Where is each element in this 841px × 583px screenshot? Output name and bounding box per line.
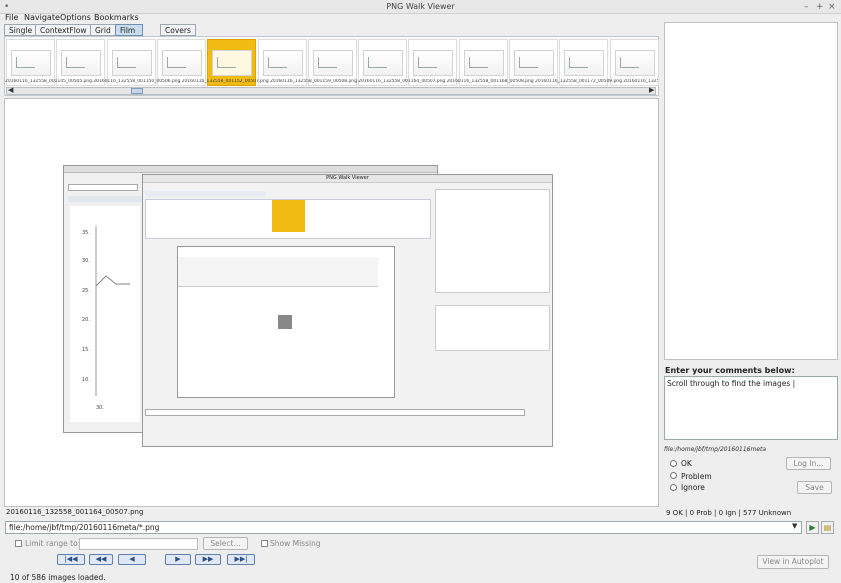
thumbnail-image [212,50,253,76]
thumbnail-image [614,50,655,76]
right-preview-panel [664,22,838,360]
view-in-autoplot-button[interactable]: View in Autoplot [757,555,829,569]
review-counts: 9 OK | 0 Prob | 0 Ign | 577 Unknown [666,509,792,517]
tab-single[interactable]: Single [4,24,38,36]
radio-ignore[interactable] [670,484,677,491]
thumbnail-image [262,50,303,76]
limit-range-input[interactable] [79,538,198,550]
login-button[interactable]: Log In... [786,457,831,470]
title-bar: • PNG Walk Viewer – + × [0,0,841,14]
thumbnail-image [463,50,504,76]
nested-tabs [145,191,265,197]
nested-inner-spinner [278,315,292,329]
comments-label: Enter your comments below: [665,366,795,375]
menu-navigate[interactable]: Navigate [24,13,60,22]
tab-covers[interactable]: Covers [160,24,196,36]
last-button[interactable]: ▶▶| [227,554,255,565]
thumbnail-image [11,50,51,76]
nested-url-field [68,184,138,191]
nested-path-field [145,409,525,416]
menu-options[interactable]: Options [60,13,91,22]
next-page-button[interactable]: ▶▶ [195,554,221,565]
minimize-icon[interactable]: – [804,2,809,12]
show-missing-checkbox[interactable] [261,540,268,547]
radio-problem[interactable] [670,472,677,479]
nested-plot: 35. 30. 25. 20. 15. 10. 30. [70,206,140,422]
nested-inner-table [178,257,378,287]
limit-range-label: Limit range to: [25,539,81,548]
radio-ignore-label: Ignore [681,483,705,492]
svg-text:30.: 30. [96,405,104,411]
nested-inner-screenshot [177,246,395,398]
nested-film-strip [145,199,431,239]
current-image-name: 20160116_132558_001164_00507.png [6,508,144,516]
window-title: PNG Walk Viewer [386,2,455,11]
thumbnail-image [161,50,202,76]
thumbnail-image [514,50,554,76]
svg-text:10.: 10. [82,377,90,383]
svg-text:15.: 15. [82,347,90,353]
thumbnail-image [312,50,353,76]
scrollbar-thumb[interactable] [131,88,143,94]
review-file-path: file:/home/jbf/tmp/20160116meta [664,446,767,453]
maximize-icon[interactable]: + [816,2,824,12]
thumbnail-image [413,50,454,76]
chevron-down-icon[interactable]: ▼ [792,522,801,533]
svg-text:35.: 35. [82,230,90,236]
svg-text:30.: 30. [82,258,90,264]
comments-textarea[interactable]: Scroll through to find the images | [664,376,838,440]
previous-page-button[interactable]: ◀◀ [89,554,113,565]
thumbnail-image [61,50,102,76]
nested-selected-thumb [272,200,305,232]
first-button[interactable]: |◀◀ [57,554,85,565]
radio-ok-label: OK [681,459,692,468]
nested-main-view [145,243,431,503]
folder-icon[interactable]: ▤ [821,521,834,534]
select-button[interactable]: Select... [203,537,248,550]
radio-ok[interactable] [670,460,677,467]
thumbnail-filenames: 20160116_132558_001145_00505.png 2016011… [5,79,658,84]
scroll-right-icon[interactable]: ▶ [649,86,654,94]
tab-film-strip[interactable]: Film Strip [115,24,143,44]
svg-text:25.: 25. [82,288,90,294]
next-button[interactable]: ▶ [165,554,191,565]
nested-titlebar [64,166,437,173]
nested-comments [435,305,550,351]
thumbnail-image [564,50,605,76]
menu-bookmarks[interactable]: Bookmarks [94,13,139,22]
main-image-view: 35. 30. 25. 20. 15. 10. 30. PNG Walk Vie… [4,98,659,507]
go-icon[interactable]: ▶ [806,521,819,534]
radio-problem-label: Problem [681,472,712,481]
scroll-left-icon[interactable]: ◀ [8,86,13,94]
close-icon[interactable]: × [828,2,836,12]
limit-range-checkbox[interactable] [15,540,22,547]
menu-file[interactable]: File [5,13,18,22]
nested-pngwalk-window: PNG Walk Viewer [142,174,553,447]
nested-tabs [68,196,144,202]
previous-button[interactable]: ◀ [118,554,146,565]
save-button[interactable]: Save [797,481,832,494]
nested-plot-lines: 35. 30. 25. 20. 15. 10. 30. [82,226,130,411]
status-message: 10 of 586 images loaded. [10,573,106,582]
nested-right-panel [435,189,550,293]
tab-contextflow[interactable]: ContextFlow [35,24,92,36]
thumbnail-image [363,50,404,76]
path-combobox[interactable]: file:/home/jbf/tmp/20160116meta/*.png [5,521,802,534]
film-strip-scrollbar[interactable]: ◀ ▶ [6,86,656,95]
thumbnail-image [111,50,152,76]
show-missing-label: Show Missing [270,539,321,548]
nested-window-title: PNG Walk Viewer [143,175,552,183]
tab-grid[interactable]: Grid [90,24,116,36]
svg-text:20.: 20. [82,317,90,323]
